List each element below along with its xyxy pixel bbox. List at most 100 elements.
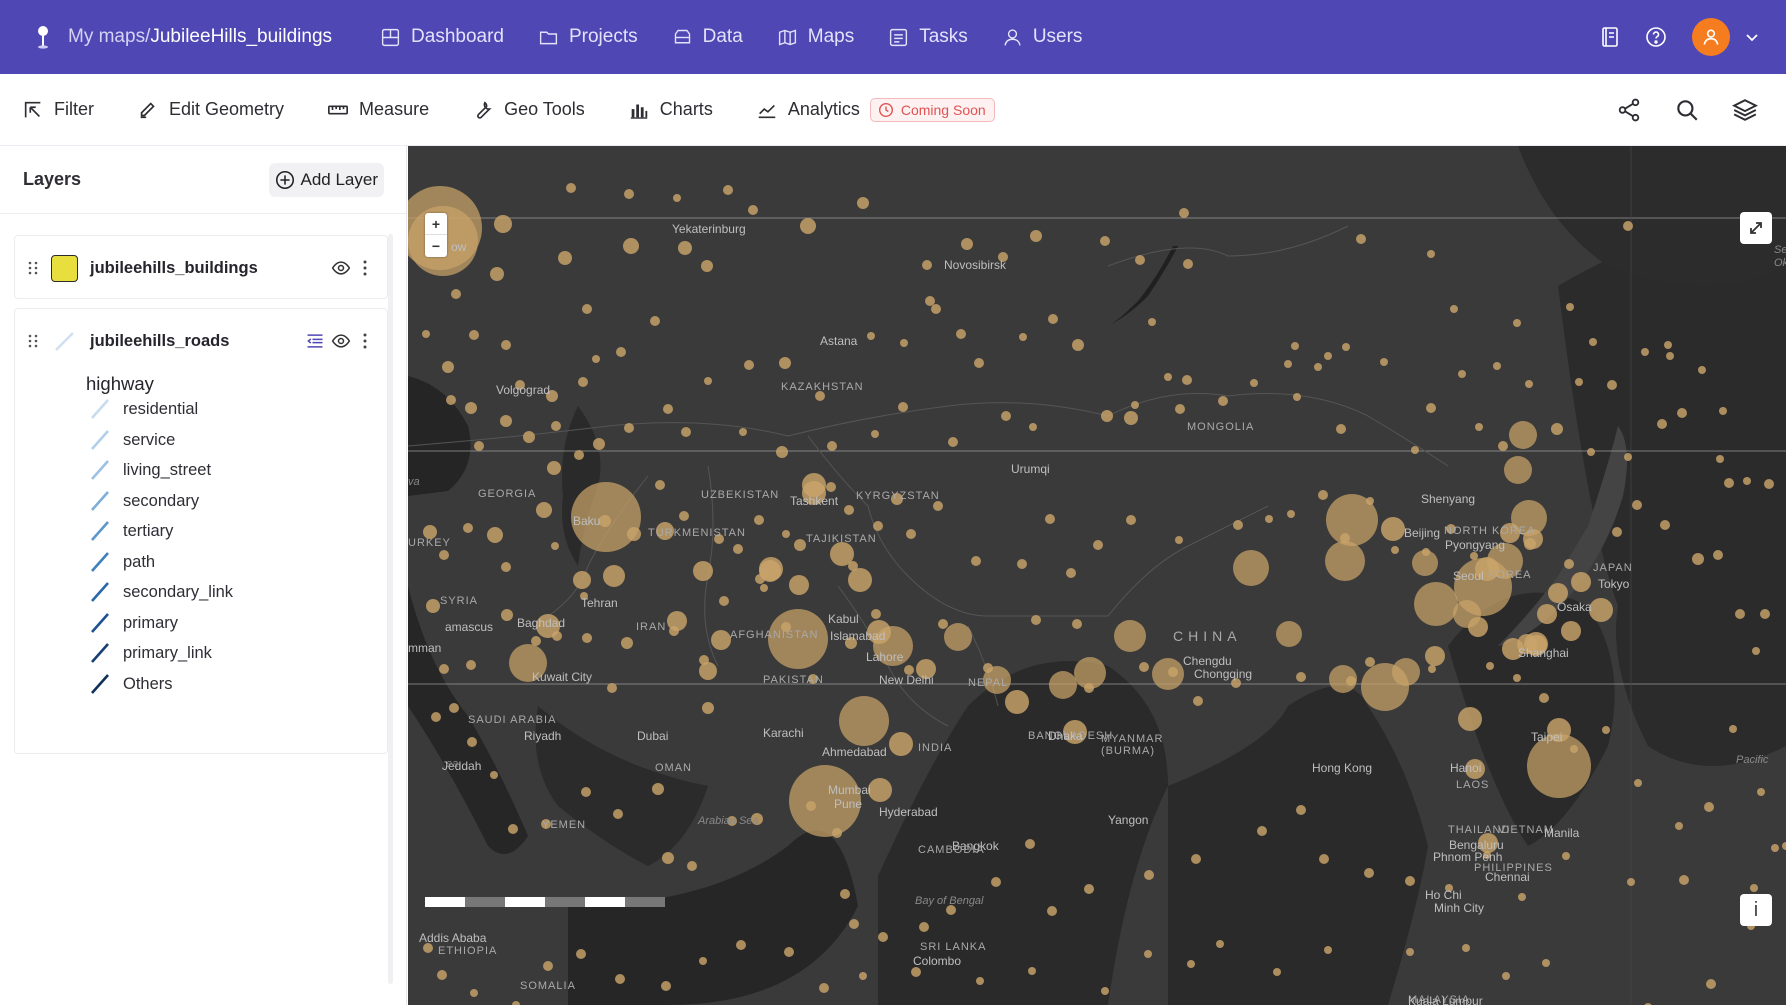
data-point-marker[interactable] <box>650 316 660 326</box>
data-point-marker[interactable] <box>867 332 875 340</box>
data-point-marker[interactable] <box>1743 477 1751 485</box>
help-icon[interactable] <box>1644 25 1668 49</box>
notebook-icon[interactable] <box>1598 25 1622 49</box>
data-point-marker[interactable] <box>1329 665 1357 693</box>
data-point-marker[interactable] <box>1509 421 1537 449</box>
data-point-marker[interactable] <box>578 377 588 387</box>
data-point-marker[interactable] <box>931 304 941 314</box>
data-point-marker[interactable] <box>1318 490 1328 500</box>
data-point-marker[interactable] <box>1257 826 1267 836</box>
data-point-marker[interactable] <box>439 550 449 560</box>
data-point-marker[interactable] <box>1287 510 1295 518</box>
data-point-marker[interactable] <box>558 251 572 265</box>
data-point-marker[interactable] <box>681 427 691 437</box>
data-point-marker[interactable] <box>501 609 513 621</box>
data-point-marker[interactable] <box>451 289 461 299</box>
data-point-marker[interactable] <box>1182 375 1192 385</box>
nav-maps[interactable]: Maps <box>769 20 862 54</box>
data-point-marker[interactable] <box>623 238 639 254</box>
data-point-marker[interactable] <box>1504 456 1532 484</box>
zoom-out-button[interactable]: − <box>425 235 447 257</box>
more-options-icon[interactable] <box>357 332 373 350</box>
data-point-marker[interactable] <box>911 967 921 977</box>
nav-users[interactable]: Users <box>994 20 1091 54</box>
data-point-marker[interactable] <box>667 611 687 631</box>
data-point-marker[interactable] <box>1704 802 1714 812</box>
data-point-marker[interactable] <box>422 330 430 338</box>
nav-dashboard[interactable]: Dashboard <box>372 20 512 54</box>
data-point-marker[interactable] <box>1634 779 1642 787</box>
filter-tool[interactable]: Filter <box>22 99 94 121</box>
data-point-marker[interactable] <box>679 511 689 521</box>
data-point-marker[interactable] <box>693 561 713 581</box>
layers-icon[interactable] <box>1732 97 1758 123</box>
data-point-marker[interactable] <box>944 623 972 651</box>
data-point-marker[interactable] <box>1017 559 1027 569</box>
drag-handle-icon[interactable] <box>27 334 39 348</box>
data-point-marker[interactable] <box>1537 604 1557 624</box>
data-point-marker[interactable] <box>1612 527 1622 537</box>
data-point-marker[interactable] <box>1411 446 1419 454</box>
data-point-marker[interactable] <box>1048 314 1058 324</box>
data-point-marker[interactable] <box>1679 875 1689 885</box>
data-point-marker[interactable] <box>1660 520 1670 530</box>
data-point-marker[interactable] <box>1724 478 1734 488</box>
data-point-marker[interactable] <box>1575 378 1583 386</box>
data-point-marker[interactable] <box>1233 520 1243 530</box>
data-point-marker[interactable] <box>1324 946 1332 954</box>
data-point-marker[interactable] <box>1513 319 1521 327</box>
data-point-marker[interactable] <box>759 560 781 582</box>
data-point-marker[interactable] <box>1319 854 1329 864</box>
data-point-marker[interactable] <box>702 702 714 714</box>
data-point-marker[interactable] <box>1049 671 1077 699</box>
data-point-marker[interactable] <box>1750 884 1758 892</box>
data-point-marker[interactable] <box>1664 341 1672 349</box>
data-point-marker[interactable] <box>615 974 625 984</box>
data-point-marker[interactable] <box>1144 870 1154 880</box>
data-point-marker[interactable] <box>1193 696 1203 706</box>
data-point-marker[interactable] <box>501 562 511 572</box>
data-point-marker[interactable] <box>1175 536 1183 544</box>
data-point-marker[interactable] <box>1462 944 1470 952</box>
data-point-marker[interactable] <box>839 696 889 746</box>
data-point-marker[interactable] <box>1336 424 1346 434</box>
data-point-marker[interactable] <box>487 527 503 543</box>
data-point-marker[interactable] <box>1005 690 1029 714</box>
data-point-marker[interactable] <box>878 932 888 942</box>
data-point-marker[interactable] <box>1623 221 1633 231</box>
data-point-marker[interactable] <box>592 355 600 363</box>
data-point-marker[interactable] <box>1706 979 1716 989</box>
data-point-marker[interactable] <box>699 662 717 680</box>
data-point-marker[interactable] <box>1475 423 1483 431</box>
data-point-marker[interactable] <box>469 330 479 340</box>
data-point-marker[interactable] <box>1566 303 1574 311</box>
more-options-icon[interactable] <box>357 259 373 277</box>
data-point-marker[interactable] <box>976 977 984 985</box>
data-point-marker[interactable] <box>1450 305 1458 313</box>
data-point-marker[interactable] <box>1675 822 1683 830</box>
analytics-tool[interactable]: Analytics <box>756 99 860 121</box>
data-point-marker[interactable] <box>1589 598 1613 622</box>
data-point-marker[interactable] <box>1342 343 1350 351</box>
data-point-marker[interactable] <box>446 395 456 405</box>
data-point-marker[interactable] <box>1250 379 1258 387</box>
data-point-marker[interactable] <box>1025 839 1035 849</box>
drag-handle-icon[interactable] <box>27 261 39 275</box>
data-point-marker[interactable] <box>1771 844 1779 852</box>
nav-tasks[interactable]: Tasks <box>880 20 976 54</box>
data-point-marker[interactable] <box>467 737 477 747</box>
data-point-marker[interactable] <box>1152 658 1184 690</box>
data-point-marker[interactable] <box>1607 380 1617 390</box>
data-point-marker[interactable] <box>919 922 929 932</box>
data-point-marker[interactable] <box>1757 788 1765 796</box>
data-point-marker[interactable] <box>840 889 850 899</box>
data-point-marker[interactable] <box>1542 959 1550 967</box>
data-point-marker[interactable] <box>490 267 504 281</box>
data-point-marker[interactable] <box>1486 662 1494 670</box>
data-point-marker[interactable] <box>543 961 553 971</box>
data-point-marker[interactable] <box>1458 370 1466 378</box>
data-point-marker[interactable] <box>1124 411 1138 425</box>
data-point-marker[interactable] <box>736 940 746 950</box>
data-point-marker[interactable] <box>1677 408 1687 418</box>
data-point-marker[interactable] <box>974 358 984 368</box>
